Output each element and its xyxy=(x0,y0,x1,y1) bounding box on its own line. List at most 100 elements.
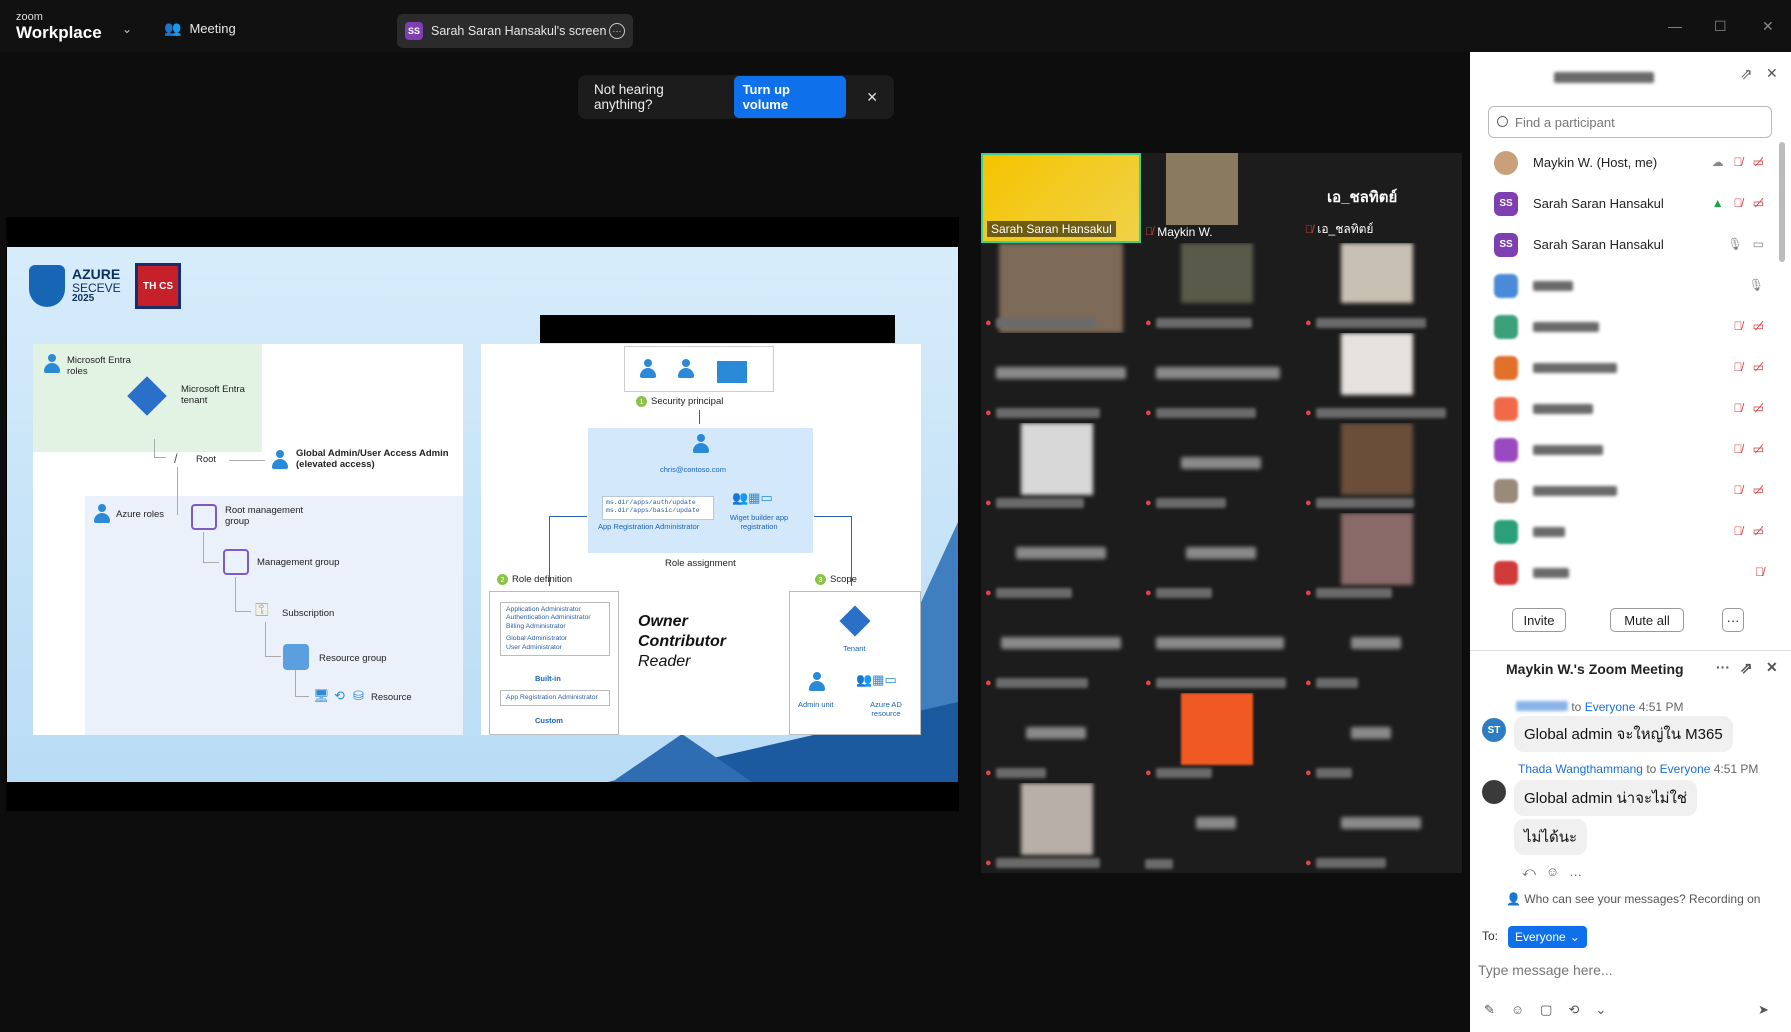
chat-toolbar-icons[interactable]: ✎☺▢⟲⌄ xyxy=(1484,1002,1622,1018)
more-icon[interactable]: ··· xyxy=(609,23,625,39)
tile-name: ● xyxy=(985,317,1096,329)
send-icon[interactable]: ➤ xyxy=(1758,1002,1769,1018)
builtin-label: Built-in xyxy=(535,674,561,683)
group-icon xyxy=(677,359,695,379)
mic-off-icon: 🎙̸ xyxy=(1733,155,1743,169)
tile-name: ● xyxy=(985,857,1100,869)
video-tile[interactable]: ● xyxy=(981,513,1141,603)
video-off-icon: ▭̸ xyxy=(1752,155,1764,169)
video-tile[interactable]: เอ_ชลทิตย์ 🎙̸ เอ_ชลทิตย์ xyxy=(1301,153,1461,243)
custom-role-box: App Registration Administrator xyxy=(500,690,610,707)
participant-row[interactable]: 🎙̸ ▭̸ xyxy=(1470,347,1780,388)
video-tile[interactable]: ● xyxy=(1141,513,1301,603)
participant-status: ☁ 🎙̸ ▭̸ xyxy=(1712,155,1764,169)
video-tile[interactable]: ● xyxy=(1301,243,1461,333)
video-tile[interactable] xyxy=(1141,783,1301,873)
scope-box: Tenant Admin unit 👥▦▭ Azure AD resource xyxy=(789,591,921,735)
more-icon[interactable]: ··· xyxy=(1716,659,1730,675)
participant-row[interactable]: SS Sarah Saran Hansakul 🎙 ▭ xyxy=(1470,224,1780,265)
video-tile[interactable]: ● xyxy=(981,603,1141,693)
video-tile[interactable]: ● xyxy=(981,243,1141,333)
connector xyxy=(265,622,266,656)
popout-icon[interactable]: ⇗ xyxy=(1740,65,1753,83)
close-icon[interactable]: ✕ xyxy=(866,89,878,106)
video-tile[interactable]: ● xyxy=(1301,603,1461,693)
close-icon[interactable]: ✕ xyxy=(1766,659,1778,676)
video-tile[interactable]: ● xyxy=(1301,513,1461,603)
people-icon: 👥 xyxy=(164,20,182,36)
video-tile[interactable]: ● xyxy=(1141,603,1301,693)
connector xyxy=(265,656,281,657)
avatar xyxy=(1494,519,1518,544)
meeting-menu-button[interactable]: 👥 Meeting xyxy=(164,20,236,37)
chat-title: Maykin W.'s Zoom Meeting xyxy=(1506,661,1684,677)
video-tile[interactable]: ● xyxy=(981,783,1141,873)
brand-big: Workplace xyxy=(16,23,102,42)
participant-row[interactable]: 🎙̸ xyxy=(1470,552,1780,593)
video-icon: ▭ xyxy=(1752,237,1764,251)
role-examples: Owner Contributor Reader xyxy=(638,613,726,670)
admin-unit-icon xyxy=(808,672,826,692)
redacted-bar xyxy=(540,315,895,343)
video-tile[interactable]: Sarah Saran Hansakul xyxy=(981,153,1141,243)
participant-row[interactable]: 🎙̸ ▭̸ xyxy=(1470,429,1780,470)
privacy-notice[interactable]: 👤 Who can see your messages? Recording o… xyxy=(1506,892,1760,906)
participant-row[interactable]: 🎙̸ ▭̸ xyxy=(1470,470,1780,511)
ad-resource-icons: 👥▦▭ xyxy=(856,672,897,687)
zoom-logo[interactable]: zoom Workplace xyxy=(16,12,102,42)
video-feed xyxy=(1166,153,1238,225)
close-window-icon[interactable]: ✕ xyxy=(1762,18,1774,35)
video-tile[interactable]: ● xyxy=(1301,423,1461,513)
email-label: chris@contoso.com xyxy=(660,465,726,474)
participant-actions: Invite Mute all ··· xyxy=(1470,608,1791,632)
security-principal-label: 1 Security principal xyxy=(636,396,723,407)
mg-icon xyxy=(191,504,217,530)
avatar xyxy=(1494,478,1518,503)
close-icon[interactable]: ✕ xyxy=(1766,65,1778,82)
participant-search-input[interactable]: Find a participant xyxy=(1488,106,1772,138)
more-button[interactable]: ··· xyxy=(1722,608,1744,632)
invite-button[interactable]: Invite xyxy=(1512,608,1566,632)
vm-icon: 🖥 xyxy=(313,688,330,703)
video-tile[interactable]: ● xyxy=(981,423,1141,513)
participant-row[interactable]: 🎙̸ ▭̸ xyxy=(1470,306,1780,347)
participant-row[interactable]: 🎙̸ ▭̸ xyxy=(1470,511,1780,552)
participant-row[interactable]: 🎙̸ ▭̸ xyxy=(1470,388,1780,429)
participant-row[interactable]: SS Sarah Saran Hansakul ▲ 🎙̸ ▭̸ xyxy=(1470,183,1780,224)
video-tile[interactable]: ● xyxy=(1301,333,1461,423)
mic-off-icon: 🎙̸ xyxy=(1733,319,1743,333)
avatar xyxy=(1494,355,1518,380)
video-tile[interactable]: ● xyxy=(1141,243,1301,333)
video-tile[interactable]: 🎙̸ Maykin W. xyxy=(1141,153,1301,243)
participant-name: Sarah Saran Hansakul xyxy=(1533,237,1664,252)
video-tile[interactable]: ● xyxy=(981,693,1141,783)
recipient-dropdown[interactable]: Everyone ⌄ xyxy=(1508,926,1587,948)
video-tile[interactable]: ● xyxy=(1141,693,1301,783)
logo-line1: AZURE xyxy=(72,266,121,282)
video-tile[interactable]: ● xyxy=(1301,693,1461,783)
screen-share-label: Sarah Saran Hansakul's screen xyxy=(431,24,607,38)
chat-header: Maykin W.'s Zoom Meeting ··· ⇗ ✕ xyxy=(1470,650,1791,686)
connector xyxy=(177,467,178,515)
video-tile[interactable]: ● xyxy=(1141,423,1301,513)
participant-row[interactable]: Maykin W. (Host, me) ☁ 🎙̸ ▭̸ xyxy=(1470,142,1780,183)
slide-decoration xyxy=(612,734,752,782)
participant-scrollbar[interactable] xyxy=(1779,142,1785,262)
tile-name: ● xyxy=(985,407,1100,419)
video-tile[interactable]: ● xyxy=(1141,333,1301,423)
minimize-icon[interactable]: — xyxy=(1668,18,1682,34)
avatar xyxy=(1494,273,1518,298)
screen-share-pill[interactable]: SS Sarah Saran Hansakul's screen ··· xyxy=(397,14,633,48)
chat-input[interactable]: Type message here... xyxy=(1478,962,1613,978)
mic-off-icon: 🎙̸ xyxy=(1733,401,1743,415)
participant-row[interactable]: 🎙 xyxy=(1470,265,1780,306)
turn-up-volume-button[interactable]: Turn up volume xyxy=(733,76,847,118)
video-tile[interactable]: ● xyxy=(981,333,1141,423)
mute-all-button[interactable]: Mute all xyxy=(1610,608,1684,632)
avatar: ST xyxy=(1482,718,1506,742)
chevron-down-icon[interactable]: ⌄ xyxy=(122,22,132,36)
message-reaction-icons[interactable]: ⤺☺… xyxy=(1522,864,1592,880)
maximize-icon[interactable]: ☐ xyxy=(1714,18,1727,35)
popout-icon[interactable]: ⇗ xyxy=(1740,659,1753,677)
video-tile[interactable]: ● xyxy=(1301,783,1461,873)
